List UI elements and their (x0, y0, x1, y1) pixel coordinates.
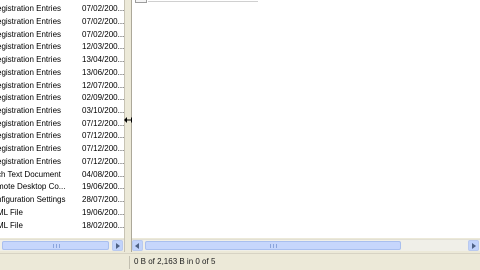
file-list-pane[interactable]: egistration Entries 07/02/200... egistra… (0, 0, 124, 238)
file-date: 07/12/200... (82, 119, 124, 128)
file-date: 12/07/200... (82, 81, 124, 90)
file-type: egistration Entries (0, 106, 62, 115)
file-date: 19/06/200... (82, 208, 124, 217)
file-row[interactable]: egistration Entries 02/09/200... (0, 92, 124, 104)
file-date: 28/07/200... (82, 195, 124, 204)
file-row[interactable]: egistration Entries 13/06/200... (0, 67, 124, 79)
file-row[interactable]: egistration Entries 07/12/200... (0, 156, 124, 168)
file-date: 07/02/200... (82, 17, 124, 26)
file-row[interactable]: ML File 18/02/200... (0, 220, 124, 232)
preview-pane[interactable] (132, 0, 480, 238)
file-row[interactable]: egistration Entries 07/12/200... (0, 143, 124, 155)
file-date: 18/02/200... (82, 221, 124, 230)
status-text: 0 B of 2,163 B in 0 of 5 (134, 257, 216, 266)
file-row[interactable]: egistration Entries 07/02/200... (0, 16, 124, 28)
status-bar: 0 B of 2,163 B in 0 of 5 (0, 253, 480, 270)
file-date: 13/04/200... (82, 55, 124, 64)
file-type: egistration Entries (0, 55, 62, 64)
chevron-right-icon[interactable] (468, 240, 479, 251)
file-row[interactable]: ch Text Document 04/08/200... (0, 169, 124, 181)
file-type: ML File (0, 221, 23, 230)
file-type: egistration Entries (0, 30, 62, 39)
left-horizontal-scrollbar[interactable] (0, 239, 124, 251)
file-type: egistration Entries (0, 131, 62, 140)
file-date: 07/02/200... (82, 30, 124, 39)
file-type: egistration Entries (0, 42, 62, 51)
file-row[interactable]: egistration Entries 12/07/200... (0, 80, 124, 92)
file-row[interactable]: egistration Entries 13/04/200... (0, 54, 124, 66)
file-row[interactable]: egistration Entries 12/03/200... (0, 41, 124, 53)
file-row[interactable]: egistration Entries 07/12/200... (0, 130, 124, 142)
column-header-divider (148, 1, 258, 2)
file-type: egistration Entries (0, 17, 62, 26)
column-header-icon (135, 0, 147, 3)
file-row[interactable]: nfiguration Settings 28/07/200... (0, 194, 124, 206)
right-scroll-thumb[interactable] (145, 241, 401, 250)
file-date: 02/09/200... (82, 93, 124, 102)
file-date: 19/06/200... (82, 182, 124, 191)
file-date: 07/12/200... (82, 131, 124, 140)
file-row[interactable]: mote Desktop Co... 19/06/200... (0, 181, 124, 193)
file-type: ML File (0, 208, 23, 217)
status-separator (129, 256, 130, 269)
chevron-left-icon[interactable] (132, 240, 143, 251)
file-date: 03/10/200... (82, 106, 124, 115)
file-type: mote Desktop Co... (0, 182, 66, 191)
file-type: egistration Entries (0, 68, 62, 77)
file-row[interactable]: egistration Entries 07/02/200... (0, 3, 124, 15)
file-date: 07/12/200... (82, 144, 124, 153)
file-row[interactable]: egistration Entries 03/10/200... (0, 105, 124, 117)
file-type: ch Text Document (0, 170, 61, 179)
file-date: 13/06/200... (82, 68, 124, 77)
file-type: egistration Entries (0, 81, 62, 90)
file-date: 04/08/200... (82, 170, 124, 179)
file-type: egistration Entries (0, 144, 62, 153)
file-type: egistration Entries (0, 157, 62, 166)
chevron-right-icon[interactable] (112, 240, 123, 251)
file-row[interactable]: ML File 19/06/200... (0, 207, 124, 219)
file-type: egistration Entries (0, 93, 62, 102)
file-row[interactable]: egistration Entries 07/12/200... (0, 118, 124, 130)
file-date: 07/02/200... (82, 4, 124, 13)
file-row[interactable]: egistration Entries 07/02/200... (0, 29, 124, 41)
file-type: egistration Entries (0, 4, 62, 13)
right-horizontal-scrollbar[interactable] (132, 239, 480, 251)
file-date: 12/03/200... (82, 42, 124, 51)
file-date: 07/12/200... (82, 157, 124, 166)
file-type: egistration Entries (0, 119, 62, 128)
file-type: nfiguration Settings (0, 195, 66, 204)
left-scroll-thumb[interactable] (2, 241, 109, 250)
pane-splitter[interactable] (124, 0, 134, 252)
